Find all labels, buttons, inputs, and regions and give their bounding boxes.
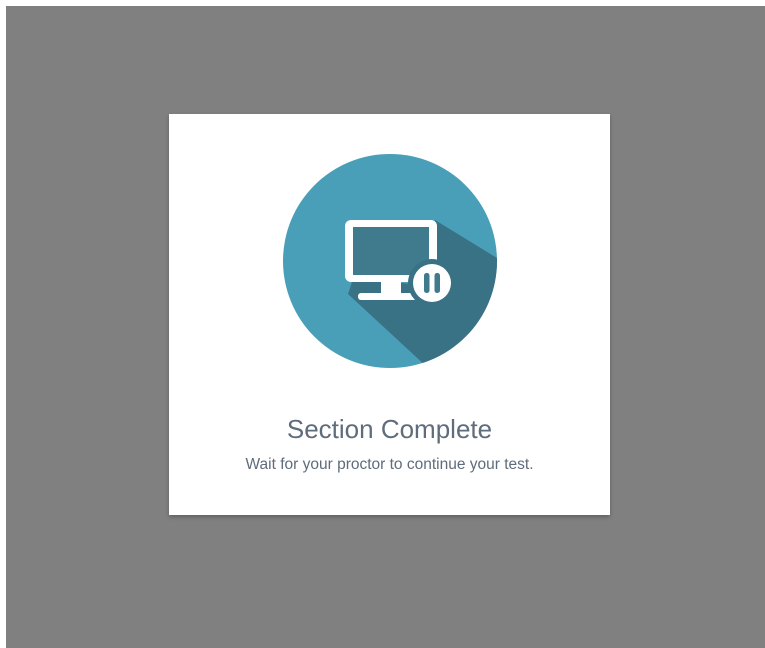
section-complete-dialog: Section Complete Wait for your proctor t…	[169, 114, 610, 515]
dialog-title: Section Complete	[286, 414, 493, 444]
dialog-message: Wait for your proctor to continue your t…	[245, 456, 534, 473]
monitor-paused-icon	[283, 154, 497, 368]
overlay-backdrop: Section Complete Wait for your proctor t…	[6, 6, 765, 648]
